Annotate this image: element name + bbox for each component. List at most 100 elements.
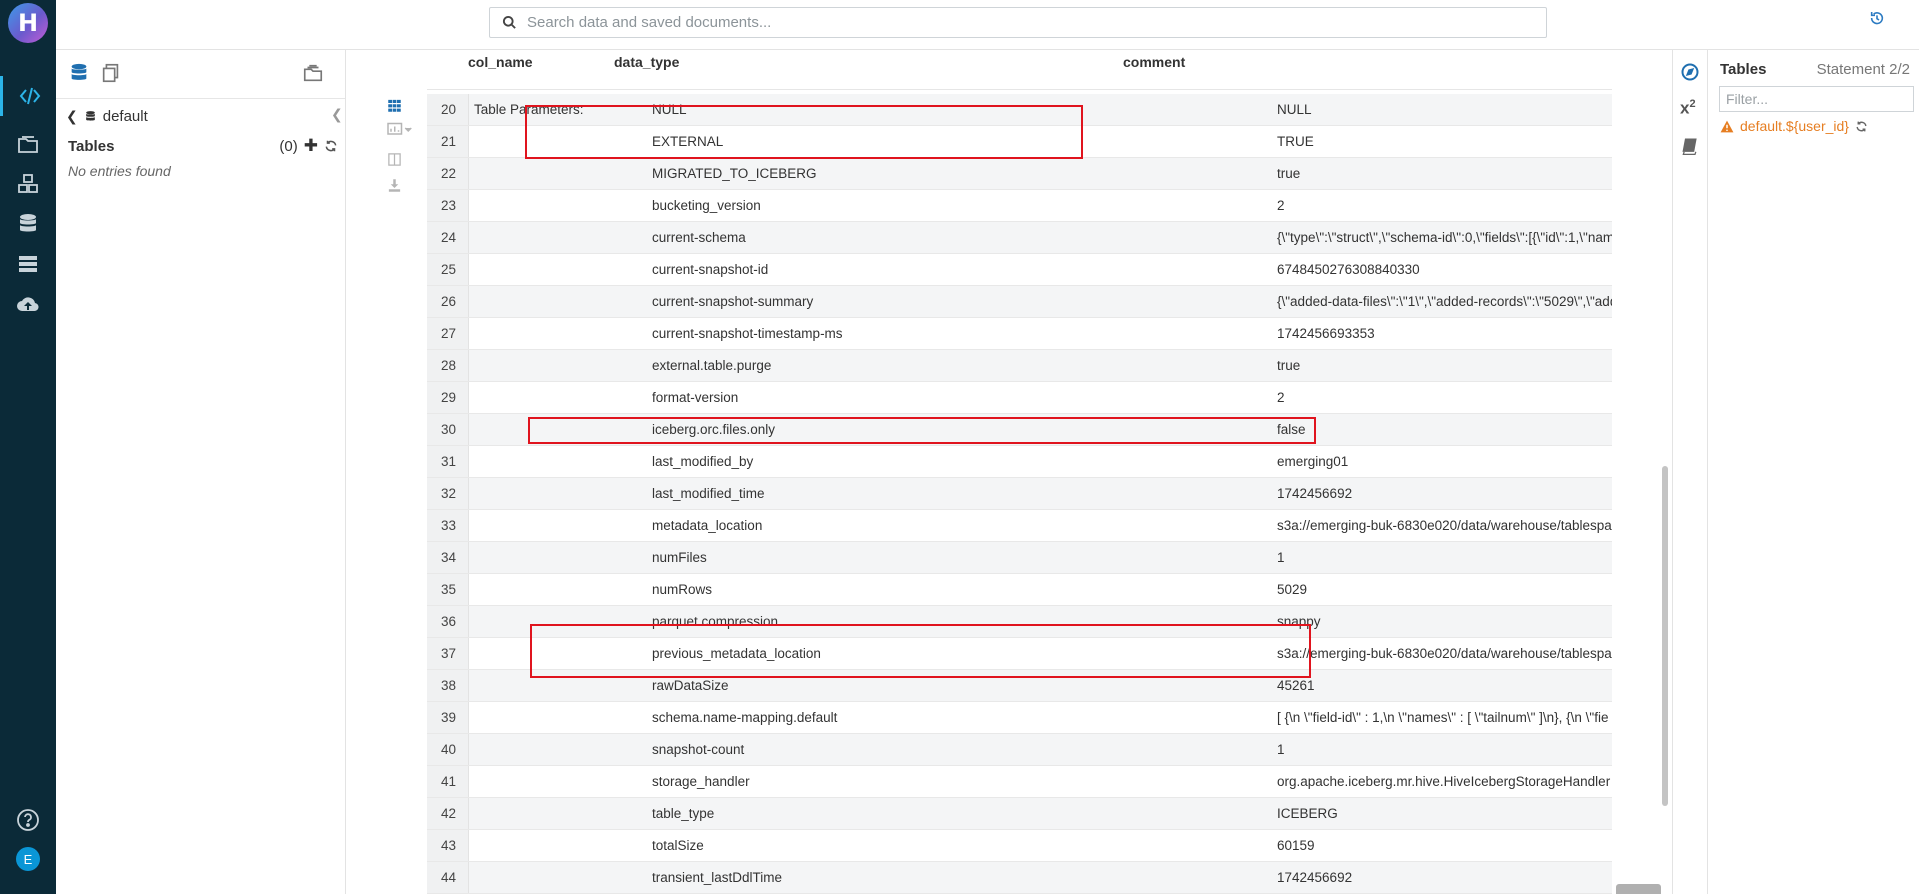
left-nav-rail: H E bbox=[0, 0, 56, 894]
catalog-icon[interactable] bbox=[0, 164, 56, 204]
row-number: 39 bbox=[427, 702, 469, 733]
book-icon[interactable] bbox=[1680, 136, 1702, 158]
row-number: 30 bbox=[427, 414, 469, 445]
database-breadcrumb[interactable]: ❮ default bbox=[66, 108, 148, 125]
table-row[interactable]: 42 table_type ICEBERG bbox=[427, 798, 1612, 830]
table-row[interactable]: 20 Table Parameters: NULL NULL bbox=[427, 94, 1612, 126]
help-icon[interactable] bbox=[0, 800, 56, 840]
sql-sources-icon[interactable] bbox=[68, 62, 94, 88]
files-icon[interactable] bbox=[100, 62, 126, 88]
cell-data-type: numRows bbox=[652, 582, 713, 597]
app-logo[interactable]: H bbox=[8, 3, 48, 43]
row-number: 38 bbox=[427, 670, 469, 701]
refresh-small-icon[interactable] bbox=[1855, 120, 1868, 133]
table-row[interactable]: 23 bucketing_version 2 bbox=[427, 190, 1612, 222]
header-data-type[interactable]: data_type bbox=[614, 54, 679, 70]
add-table-icon[interactable]: ✚ bbox=[304, 136, 318, 156]
grid-view-icon[interactable] bbox=[387, 98, 407, 118]
user-avatar[interactable]: E bbox=[16, 847, 40, 871]
upload-icon[interactable] bbox=[0, 284, 56, 324]
functions-icon[interactable]: x2 bbox=[1680, 98, 1702, 120]
table-row[interactable]: 29 format-version 2 bbox=[427, 382, 1612, 414]
cell-comment: true bbox=[1277, 166, 1301, 181]
folder-icon[interactable] bbox=[302, 62, 328, 88]
header-col-name[interactable]: col_name bbox=[468, 54, 533, 70]
vertical-scrollbar[interactable] bbox=[1662, 466, 1668, 806]
table-row[interactable]: 37 previous_metadata_location s3a://emergi… bbox=[427, 638, 1612, 670]
right-panel-header: Tables Statement 2/2 bbox=[1720, 61, 1910, 78]
table-row[interactable]: 31 last_modified_by emerging01 bbox=[427, 446, 1612, 478]
avatar-initial: E bbox=[23, 851, 33, 867]
database-name: default bbox=[102, 108, 148, 125]
table-row[interactable]: 40 snapshot-count 1 bbox=[427, 734, 1612, 766]
header-comment[interactable]: comment bbox=[1123, 54, 1185, 70]
table-warning-item[interactable]: default.${user_id} bbox=[1720, 118, 1868, 134]
row-number: 34 bbox=[427, 542, 469, 573]
cell-comment: 2 bbox=[1277, 198, 1285, 213]
row-number: 23 bbox=[427, 190, 469, 221]
table-row[interactable]: 41 storage_handler org.apache.iceberg.mr.h… bbox=[427, 766, 1612, 798]
cell-comment: 5029 bbox=[1277, 582, 1308, 597]
history-icon[interactable] bbox=[1869, 10, 1885, 31]
table-row[interactable]: 27 current-snapshot-timestamp-ms 174245669… bbox=[427, 318, 1612, 350]
refresh-icon[interactable] bbox=[324, 139, 338, 153]
table-row[interactable]: 44 transient_lastDdlTime 1742456692 bbox=[427, 862, 1612, 894]
tables-count: (0) bbox=[279, 137, 298, 155]
search-input[interactable] bbox=[527, 14, 1487, 31]
cell-col-name: Table Parameters: bbox=[474, 102, 584, 117]
table-row[interactable]: 38 rawDataSize 45261 bbox=[427, 670, 1612, 702]
download-icon[interactable] bbox=[387, 178, 407, 198]
cell-comment: 1 bbox=[1277, 742, 1285, 757]
row-number: 27 bbox=[427, 318, 469, 349]
logo-letter: H bbox=[17, 9, 39, 37]
table-row[interactable]: 24 current-schema {\"type\":\"struct\",\"s… bbox=[427, 222, 1612, 254]
row-number: 29 bbox=[427, 382, 469, 413]
compass-icon[interactable] bbox=[1680, 62, 1702, 84]
cell-comment: 1742456692 bbox=[1277, 870, 1353, 885]
cell-comment: TRUE bbox=[1277, 134, 1314, 149]
cell-comment: NULL bbox=[1277, 102, 1312, 117]
collapse-panel-icon[interactable]: ❮ bbox=[331, 106, 343, 123]
editor-icon[interactable] bbox=[0, 76, 56, 116]
cell-comment: emerging01 bbox=[1277, 454, 1349, 469]
right-panel-title: Tables bbox=[1720, 61, 1767, 78]
table-row[interactable]: 35 numRows 5029 bbox=[427, 574, 1612, 606]
cell-data-type: external.table.purge bbox=[652, 358, 772, 373]
database-icon[interactable] bbox=[0, 204, 56, 244]
table-row[interactable]: 21 EXTERNAL TRUE bbox=[427, 126, 1612, 158]
table-row[interactable]: 26 current-snapshot-summary {\"added-data-… bbox=[427, 286, 1612, 318]
back-chevron-icon[interactable]: ❮ bbox=[66, 108, 78, 125]
cell-data-type: snapshot-count bbox=[652, 742, 745, 757]
columns-icon[interactable] bbox=[387, 152, 407, 172]
table-row[interactable]: 28 external.table.purge true bbox=[427, 350, 1612, 382]
row-number: 42 bbox=[427, 798, 469, 829]
cell-comment: s3a://emerging-buk-6830e020/data/warehou… bbox=[1277, 518, 1612, 533]
table-row[interactable]: 34 numFiles 1 bbox=[427, 542, 1612, 574]
row-number: 25 bbox=[427, 254, 469, 285]
jobs-icon[interactable] bbox=[0, 244, 56, 284]
table-row[interactable]: 25 current-snapshot-id 6748450276308840330 bbox=[427, 254, 1612, 286]
table-row[interactable]: 33 metadata_location s3a://emerging-buk-68… bbox=[427, 510, 1612, 542]
cell-data-type: current-snapshot-id bbox=[652, 262, 769, 277]
cell-comment: false bbox=[1277, 422, 1306, 437]
table-row[interactable]: 30 iceberg.orc.files.only false bbox=[427, 414, 1612, 446]
cell-data-type: parquet.compression bbox=[652, 614, 779, 629]
table-row[interactable]: 43 totalSize 60159 bbox=[427, 830, 1612, 862]
chart-view-icon[interactable] bbox=[387, 122, 417, 142]
horizontal-scrollbar[interactable] bbox=[1616, 884, 1661, 894]
cell-data-type: format-version bbox=[652, 390, 739, 405]
cell-comment: 2 bbox=[1277, 390, 1285, 405]
table-row[interactable]: 39 schema.name-mapping.default [ {\n \"fie… bbox=[427, 702, 1612, 734]
cell-data-type: current-snapshot-summary bbox=[652, 294, 814, 309]
tables-filter-input[interactable] bbox=[1719, 86, 1914, 112]
cell-comment: snappy bbox=[1277, 614, 1321, 629]
table-row[interactable]: 32 last_modified_time 1742456692 bbox=[427, 478, 1612, 510]
cell-comment: 1742456693353 bbox=[1277, 326, 1375, 341]
cell-data-type: iceberg.orc.files.only bbox=[652, 422, 776, 437]
documents-icon[interactable] bbox=[0, 124, 56, 164]
cell-data-type: storage_handler bbox=[652, 774, 750, 789]
table-row[interactable]: 22 MIGRATED_TO_ICEBERG true bbox=[427, 158, 1612, 190]
row-number: 41 bbox=[427, 766, 469, 797]
warning-table-name: default.${user_id} bbox=[1740, 118, 1849, 134]
table-row[interactable]: 36 parquet.compression snappy bbox=[427, 606, 1612, 638]
